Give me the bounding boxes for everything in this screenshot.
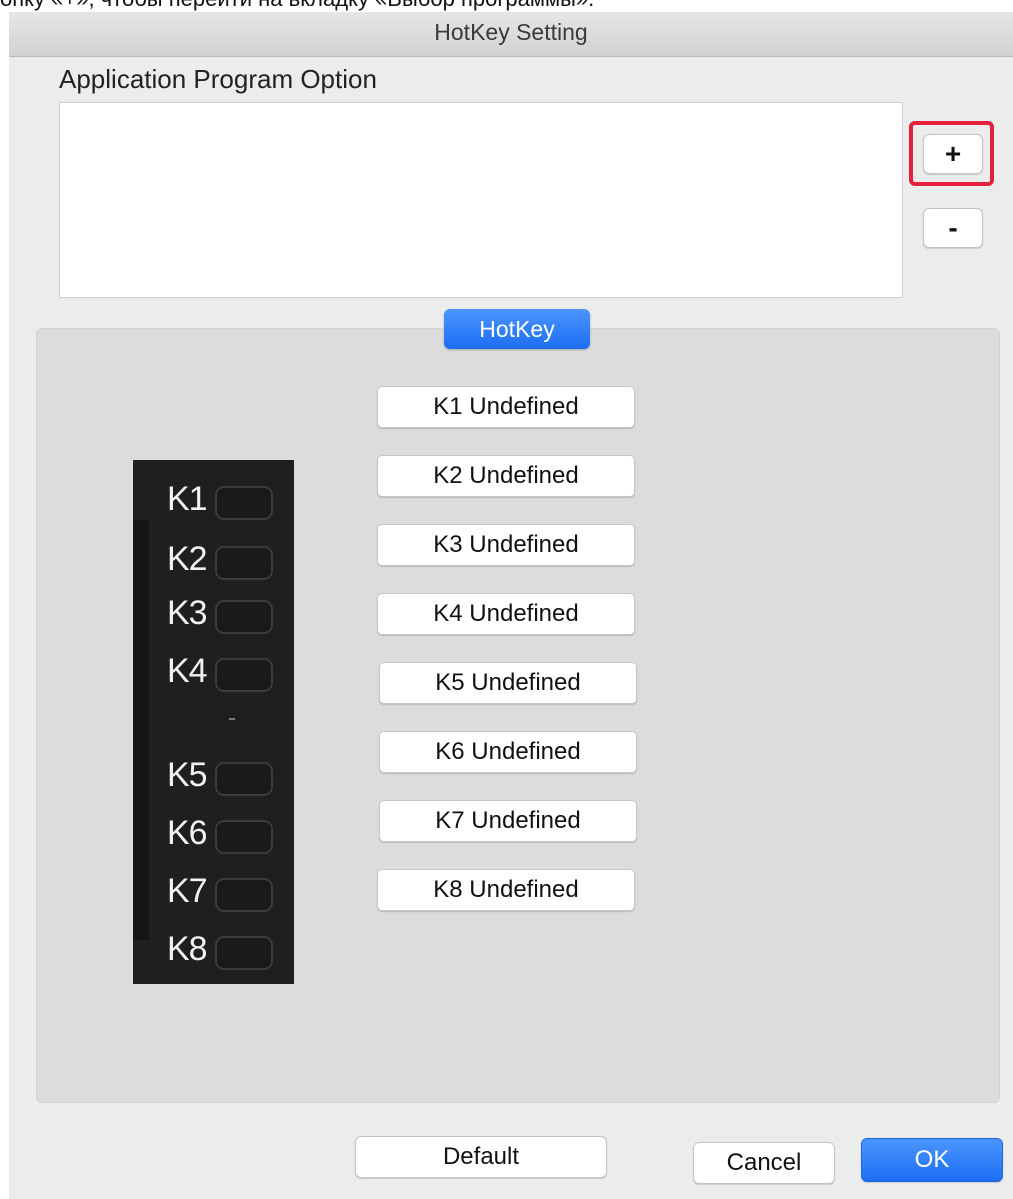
device-key-label: K4 <box>167 652 208 690</box>
device-key-label: K3 <box>167 594 208 632</box>
remove-application-button[interactable]: - <box>923 208 983 248</box>
device-key-button-shape <box>215 936 273 970</box>
device-key-k3: K3 <box>167 594 279 634</box>
hotkey-k2-button[interactable]: K2 Undefined <box>377 455 635 497</box>
device-key-k2: K2 <box>167 540 279 580</box>
device-key-label: K8 <box>167 930 208 968</box>
device-key-button-shape <box>215 486 273 520</box>
hotkey-k4-button[interactable]: K4 Undefined <box>377 593 635 635</box>
instruction-caption: опку «+», чтобы перейти на вкладку «Выбо… <box>0 0 1013 12</box>
device-key-button-shape <box>215 546 273 580</box>
device-key-button-shape <box>215 658 273 692</box>
tab-hotkey[interactable]: HotKey <box>444 309 590 349</box>
device-key-label: K6 <box>167 814 208 852</box>
device-divider <box>229 718 235 720</box>
device-key-k5: K5 <box>167 756 279 796</box>
device-key-button-shape <box>215 762 273 796</box>
title-bar[interactable]: HotKey Setting <box>9 12 1013 57</box>
minus-icon: - <box>948 212 958 243</box>
hotkey-k8-button[interactable]: K8 Undefined <box>377 869 635 911</box>
device-key-label: K2 <box>167 540 208 578</box>
device-key-k7: K7 <box>167 872 279 912</box>
device-key-label: K5 <box>167 756 208 794</box>
device-key-label: K1 <box>167 480 208 518</box>
app-option-label: Application Program Option <box>59 64 377 94</box>
hotkey-k7-button[interactable]: K7 Undefined <box>379 800 637 842</box>
tablet-device-image: K1 K2 K3 K4 K5 K6 K7 K8 <box>133 460 294 984</box>
cancel-button[interactable]: Cancel <box>693 1142 835 1184</box>
hotkey-k3-button[interactable]: K3 Undefined <box>377 524 635 566</box>
hotkey-k1-button[interactable]: K1 Undefined <box>377 386 635 428</box>
device-key-k1: K1 <box>167 480 279 520</box>
default-button[interactable]: Default <box>355 1136 607 1178</box>
device-key-label: K7 <box>167 872 208 910</box>
device-key-k8: K8 <box>167 930 279 970</box>
hotkey-k5-button[interactable]: K5 Undefined <box>379 662 637 704</box>
hotkey-setting-window: HotKey Setting Application Program Optio… <box>9 12 1013 1199</box>
device-key-button-shape <box>215 820 273 854</box>
device-key-k4: K4 <box>167 652 279 692</box>
application-list[interactable] <box>59 102 903 298</box>
add-button-highlight <box>909 121 994 186</box>
window-title: HotKey Setting <box>434 19 588 45</box>
device-key-button-shape <box>215 600 273 634</box>
ok-button[interactable]: OK <box>861 1138 1003 1182</box>
device-key-k6: K6 <box>167 814 279 854</box>
hotkey-k6-button[interactable]: K6 Undefined <box>379 731 637 773</box>
device-key-button-shape <box>215 878 273 912</box>
